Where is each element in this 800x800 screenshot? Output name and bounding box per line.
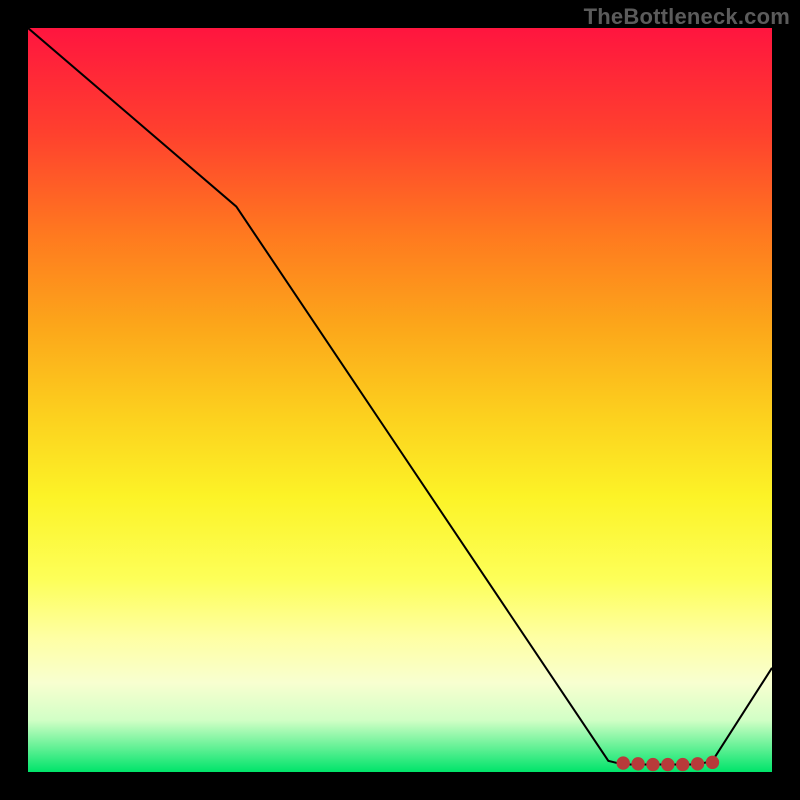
marker-dot — [706, 756, 719, 769]
watermark-label: TheBottleneck.com — [584, 4, 790, 30]
chart-svg — [28, 28, 772, 772]
markers-group — [617, 756, 720, 772]
curve-line — [28, 28, 772, 765]
chart-frame: TheBottleneck.com — [0, 0, 800, 800]
marker-dot — [691, 757, 704, 770]
marker-dot — [631, 757, 644, 770]
marker-dot — [661, 758, 674, 771]
plot-area — [28, 28, 772, 772]
marker-dot — [676, 758, 689, 771]
marker-dot — [617, 756, 630, 769]
marker-dot — [646, 758, 659, 771]
